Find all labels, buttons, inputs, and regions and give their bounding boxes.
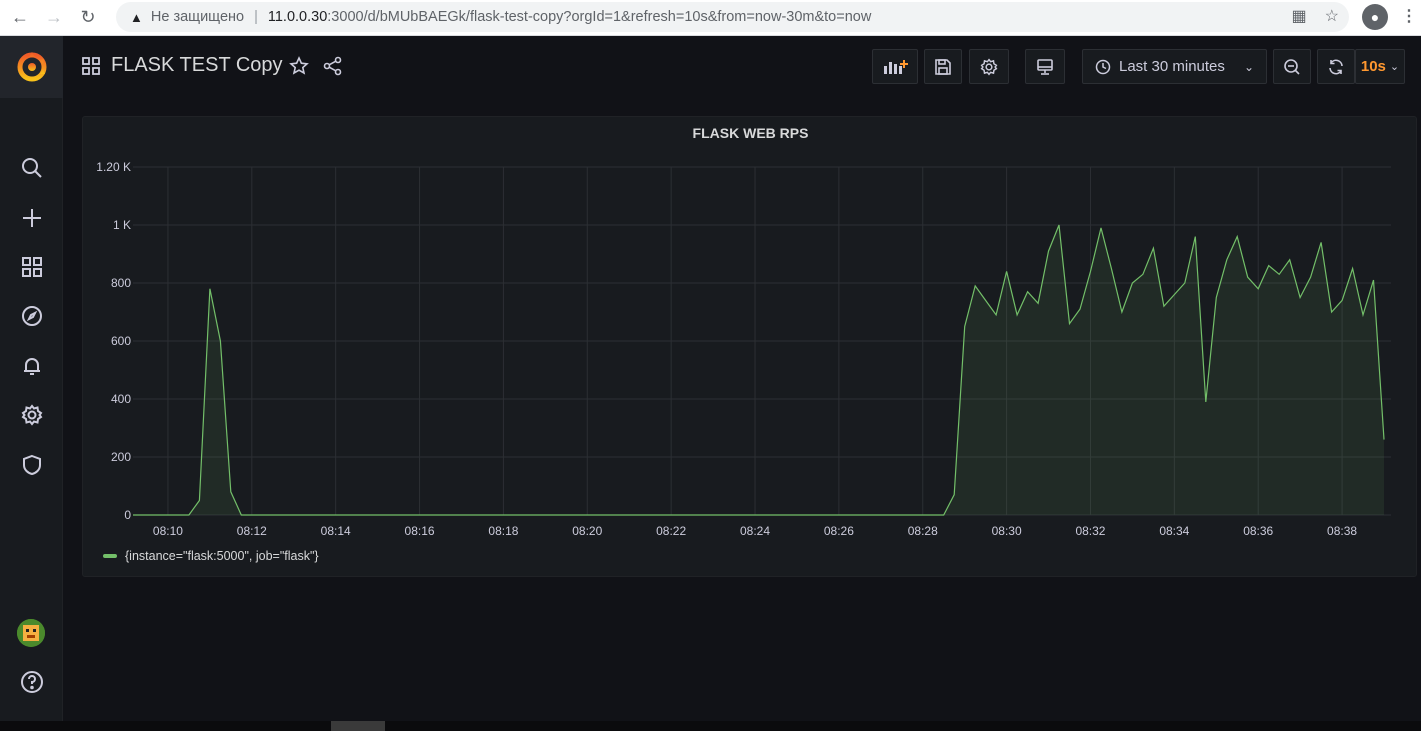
x-tick-label: 08:18 — [488, 524, 518, 538]
legend-label[interactable]: {instance="flask:5000", job="flask"} — [125, 549, 319, 563]
os-taskbar — [0, 721, 1421, 731]
x-tick-label: 08:38 — [1327, 524, 1357, 538]
x-tick-label: 08:10 — [153, 524, 183, 538]
zoom-out-button[interactable] — [1273, 49, 1311, 84]
x-tick-label: 08:34 — [1159, 524, 1189, 538]
chevron-down-icon: ⌄ — [1243, 59, 1254, 74]
monitor-icon — [1037, 58, 1053, 75]
grafana-app: FLASK TEST Copy Last 30 minutes ⌄ 10s ⌄ … — [0, 36, 1421, 721]
user-avatar[interactable] — [17, 619, 45, 647]
address-bar[interactable]: ▲ Не защищено | 11.0.0.30:3000/d/bMUbBAE… — [116, 2, 1349, 32]
share-icon[interactable] — [323, 56, 343, 81]
translate-icon[interactable]: ▦ — [1292, 6, 1307, 26]
x-tick-label: 08:36 — [1243, 524, 1273, 538]
y-tick-label: 600 — [111, 334, 131, 348]
x-tick-label: 08:14 — [321, 524, 351, 538]
save-dashboard-button[interactable] — [924, 49, 962, 84]
browser-toolbar: ← → ↻ ▲ Не защищено | 11.0.0.30:3000/d/b… — [0, 0, 1421, 36]
grafana-logo-icon[interactable] — [0, 36, 63, 98]
y-tick-label: 200 — [111, 450, 131, 464]
insecure-label: Не защищено — [150, 9, 245, 25]
reload-icon[interactable]: ↻ — [76, 6, 100, 30]
legend-color-swatch[interactable] — [103, 554, 117, 558]
refresh-button[interactable] — [1317, 49, 1355, 84]
dashboards-icon[interactable] — [0, 249, 63, 285]
chart-area[interactable]: 0 200 400 600 800 1 K 1.20 K 08:10 08:12 08:14 08:… — [83, 117, 1418, 547]
add-panel-icon — [884, 59, 908, 74]
save-icon — [935, 58, 951, 75]
refresh-interval-label: 10s — [1360, 58, 1386, 75]
profile-icon[interactable]: ● — [1362, 4, 1388, 30]
forward-arrow-icon[interactable]: → — [42, 6, 66, 30]
y-tick-label: 400 — [111, 392, 131, 406]
y-tick-label: 0 — [124, 508, 131, 522]
graph-panel[interactable]: FLASK WEB RPS 0 200 400 600 800 1 K 1.20 K 08:1… — [82, 116, 1417, 577]
zoom-out-icon — [1284, 58, 1300, 75]
star-icon[interactable] — [289, 56, 309, 81]
time-range-label: Last 30 minutes — [1119, 58, 1225, 75]
browser-menu-icon[interactable]: ⋮ — [1401, 6, 1417, 26]
url-host: 11.0.0.30 — [267, 9, 328, 25]
chevron-down-icon: ⌄ — [1389, 61, 1400, 73]
time-range-picker[interactable]: Last 30 minutes ⌄ — [1082, 49, 1267, 84]
x-tick-label: 08:28 — [908, 524, 938, 538]
plus-icon[interactable] — [0, 200, 63, 236]
refresh-icon — [1329, 59, 1343, 74]
gear-icon — [980, 57, 998, 76]
x-tick-label: 08:30 — [992, 524, 1022, 538]
url-path: :3000/d/bMUbBAEGk/flask-test-copy?orgId=… — [327, 9, 872, 25]
explore-icon[interactable] — [0, 298, 63, 334]
back-arrow-icon[interactable]: ← — [8, 6, 32, 30]
legend: {instance="flask:5000", job="flask"} — [103, 549, 319, 563]
x-tick-label: 08:24 — [740, 524, 770, 538]
configuration-icon[interactable] — [0, 397, 63, 433]
search-icon[interactable] — [0, 150, 63, 186]
taskbar-item[interactable] — [331, 721, 385, 731]
alerting-icon[interactable] — [0, 348, 63, 384]
y-tick-label: 1 K — [113, 218, 131, 232]
dashboard-title[interactable]: FLASK TEST Copy — [111, 54, 283, 77]
series-area — [133, 225, 1384, 515]
help-icon[interactable] — [0, 664, 63, 700]
tv-mode-button[interactable] — [1025, 49, 1065, 84]
bookmark-star-icon[interactable]: ☆ — [1325, 6, 1339, 26]
clock-icon — [1095, 59, 1111, 74]
refresh-interval-picker[interactable]: 10s ⌄ — [1355, 49, 1405, 84]
dashboards-grid-icon — [81, 56, 101, 81]
x-tick-label: 08:32 — [1075, 524, 1105, 538]
add-panel-button[interactable] — [872, 49, 918, 84]
y-tick-label: 800 — [111, 276, 131, 290]
y-tick-label: 1.20 K — [96, 160, 131, 174]
x-tick-label: 08:12 — [237, 524, 267, 538]
x-tick-label: 08:22 — [656, 524, 686, 538]
dashboard-navbar: FLASK TEST Copy Last 30 minutes ⌄ 10s ⌄ — [63, 36, 1421, 98]
shield-icon[interactable] — [0, 447, 63, 483]
side-menu — [0, 36, 63, 721]
x-tick-label: 08:20 — [572, 524, 602, 538]
x-tick-label: 08:16 — [405, 524, 435, 538]
warning-icon: ▲ — [130, 9, 143, 25]
x-tick-label: 08:26 — [824, 524, 854, 538]
separator: | — [254, 9, 258, 25]
dashboard-settings-button[interactable] — [969, 49, 1009, 84]
